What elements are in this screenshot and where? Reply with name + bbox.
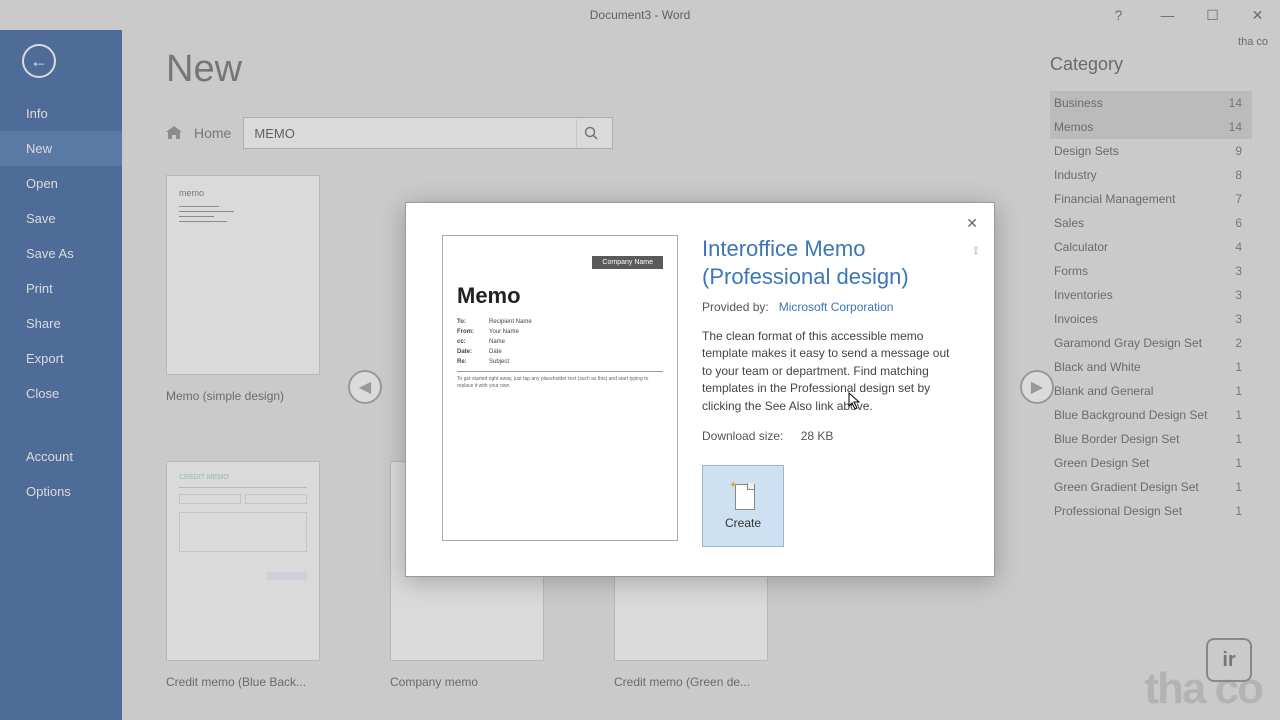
sidebar-item-new[interactable]: New [0,131,122,166]
template-label: Company memo [390,675,544,689]
window-title: Document3 - Word [590,8,690,22]
modal-close-button[interactable]: ✕ [962,211,982,236]
search-input[interactable] [254,126,576,141]
download-size-value: 28 KB [801,429,834,443]
category-item[interactable]: Green Design Set1 [1050,451,1252,475]
sidebar-item-options[interactable]: Options [0,474,122,509]
sidebar-item-close[interactable]: Close [0,376,122,411]
search-button[interactable] [576,119,604,147]
provided-by-label: Provided by: [702,300,769,314]
search-box [243,117,613,149]
categories-panel: Category Business14Memos14Design Sets9In… [1050,30,1280,720]
sidebar-item-account[interactable]: Account [0,439,122,474]
modal-pin-button[interactable]: ⟟ [970,241,982,262]
template-next-button[interactable]: ▶ [1020,370,1054,404]
category-item[interactable]: Financial Management7 [1050,187,1252,211]
category-item[interactable]: Memos14 [1050,115,1252,139]
download-size-label: Download size: [702,429,783,443]
titlebar: Document3 - Word ? — ☐ ✕ [0,0,1280,30]
back-button[interactable]: ← [22,44,56,78]
category-item[interactable]: Blue Background Design Set1 [1050,403,1252,427]
category-item[interactable]: Green Gradient Design Set1 [1050,475,1252,499]
category-item[interactable]: Forms3 [1050,259,1252,283]
modal-description: The clean format of this accessible memo… [702,328,958,415]
template-label: Memo (simple design) [166,389,320,403]
template-preview: Company Name Memo To:Recipient Name From… [442,235,678,541]
category-item[interactable]: Inventories3 [1050,283,1252,307]
template-label: Credit memo (Green de... [614,675,768,689]
create-button-label: Create [725,516,761,530]
categories-heading: Category [1050,54,1252,75]
help-button[interactable]: ? [1096,0,1141,30]
template-label: Credit memo (Blue Back... [166,675,320,689]
category-item[interactable]: Blue Border Design Set1 [1050,427,1252,451]
sidebar-item-save[interactable]: Save [0,201,122,236]
sidebar-item-open[interactable]: Open [0,166,122,201]
template-card: memo Memo (simple design) [166,175,320,403]
template-detail-modal: ✕ ⟟ Company Name Memo To:Recipient Name … [405,202,995,577]
category-item[interactable]: Industry8 [1050,163,1252,187]
template-prev-button[interactable]: ◀ [348,370,382,404]
category-item[interactable]: Black and White1 [1050,355,1252,379]
sidebar-item-export[interactable]: Export [0,341,122,376]
page-title: New [166,48,1010,91]
home-icon[interactable] [166,126,182,140]
maximize-button[interactable]: ☐ [1190,0,1235,30]
template-thumb-credit-blue[interactable]: CREDIT MEMO [166,461,320,661]
sidebar-item-saveas[interactable]: Save As [0,236,122,271]
close-window-button[interactable]: ✕ [1235,0,1280,30]
search-icon [584,126,598,140]
preview-company-name: Company Name [592,256,663,269]
new-document-icon: ✦ [731,482,755,510]
sidebar-item-share[interactable]: Share [0,306,122,341]
category-item[interactable]: Sales6 [1050,211,1252,235]
template-card: CREDIT MEMO Credit memo (Blue Back... [166,461,320,689]
minimize-button[interactable]: — [1145,0,1190,30]
category-item[interactable]: Professional Design Set1 [1050,499,1252,523]
backstage-sidebar: ← Info New Open Save Save As Print Share… [0,30,122,720]
preview-body-text: To get started right away, just tap any … [457,376,663,390]
breadcrumb-home[interactable]: Home [194,125,231,141]
create-button[interactable]: ✦ Create [702,465,784,547]
modal-template-title: Interoffice Memo (Professional design) [702,235,958,290]
sidebar-item-print[interactable]: Print [0,271,122,306]
category-item[interactable]: Garamond Gray Design Set2 [1050,331,1252,355]
category-item[interactable]: Calculator4 [1050,235,1252,259]
user-name[interactable]: tha co [1238,36,1268,48]
back-arrow-icon: ← [30,52,48,70]
category-item[interactable]: Design Sets9 [1050,139,1252,163]
recorder-indicator: ir [1206,638,1252,682]
category-item[interactable]: Business14 [1050,91,1252,115]
provided-by-link[interactable]: Microsoft Corporation [779,300,894,314]
sidebar-item-info[interactable]: Info [0,96,122,131]
template-thumb-memo-simple[interactable]: memo [166,175,320,375]
preview-memo-heading: Memo [457,283,663,309]
category-item[interactable]: Invoices3 [1050,307,1252,331]
category-item[interactable]: Blank and General1 [1050,379,1252,403]
